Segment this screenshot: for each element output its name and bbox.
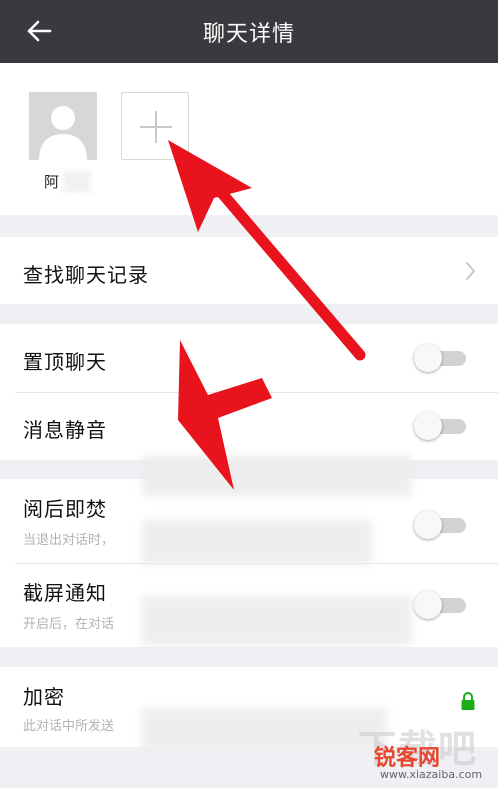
watermark-url: www.xiazaiba.com: [380, 768, 483, 781]
pin-chat-row[interactable]: 置顶聊天: [0, 324, 498, 392]
screenshot-notice-desc: 开启后，在对话: [23, 617, 115, 632]
burn-after-reading-desc: 当退出对话时，: [23, 533, 115, 548]
member-name: 阿: [44, 173, 60, 191]
back-button[interactable]: [20, 12, 58, 50]
member-avatar[interactable]: [29, 92, 97, 160]
pin-chat-toggle[interactable]: [414, 342, 468, 374]
mute-row[interactable]: 消息静音: [0, 392, 498, 460]
screenshot-notice-label: 截屏通知: [23, 581, 107, 605]
search-history-label: 查找聊天记录: [23, 263, 149, 287]
mute-toggle[interactable]: [414, 410, 468, 442]
page-title: 聊天详情: [202, 21, 295, 47]
pin-chat-label: 置顶聊天: [23, 350, 107, 374]
blur-patch: [142, 455, 412, 497]
toggle-knob: [414, 344, 442, 372]
blur-patch: [142, 520, 372, 565]
toggle-knob: [414, 591, 442, 619]
screenshot-notice-toggle[interactable]: [414, 589, 468, 621]
arrow-left-icon: [27, 20, 52, 42]
burn-after-reading-toggle[interactable]: [414, 509, 468, 541]
encryption-desc: 此对话中所发送: [23, 719, 115, 734]
mute-label: 消息静音: [23, 418, 107, 442]
encryption-label: 加密: [23, 685, 65, 709]
burn-after-reading-label: 阅后即焚: [23, 497, 107, 521]
member-panel: 阿: [0, 63, 498, 215]
settings-group-1: 置顶聊天 消息静音: [0, 324, 498, 460]
search-history-card: 查找聊天记录: [0, 237, 498, 304]
blurred-name: [63, 171, 91, 193]
add-member-button[interactable]: [121, 92, 189, 160]
chevron-right-icon: [466, 262, 475, 280]
toggle-knob: [414, 412, 442, 440]
top-bar: 聊天详情: [0, 0, 498, 63]
blur-patch: [142, 708, 387, 752]
toggle-knob: [414, 511, 442, 539]
search-history-row[interactable]: 查找聊天记录: [0, 237, 498, 305]
lock-icon: [461, 692, 475, 710]
person-icon: [39, 106, 87, 160]
blur-patch: [142, 596, 412, 646]
